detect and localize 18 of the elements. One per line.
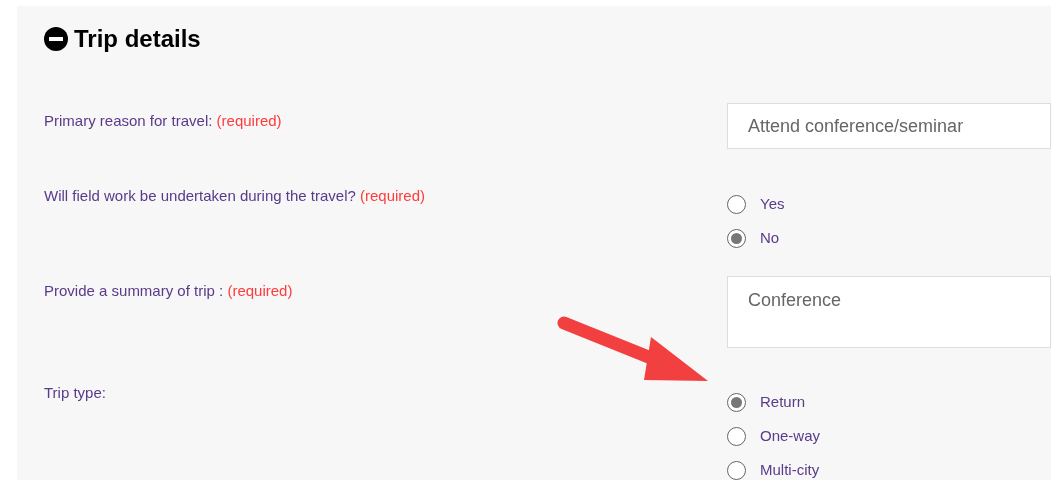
radio-option[interactable]: Yes <box>727 187 1051 221</box>
radio-button[interactable] <box>727 194 746 214</box>
section-title: Trip details <box>74 24 201 54</box>
summary-textarea[interactable]: Conference <box>727 276 1051 348</box>
collapse-icon[interactable] <box>44 27 68 51</box>
radio-button[interactable] <box>727 460 746 480</box>
field-label: Primary reason for travel: (required) <box>44 112 282 129</box>
radio-button[interactable] <box>727 392 746 412</box>
radio-option[interactable]: Return <box>727 385 1051 419</box>
field-label: Provide a summary of trip : (required) <box>44 282 293 299</box>
field-label: Will field work be undertaken during the travel? (required) <box>44 187 426 204</box>
radio-button[interactable] <box>727 426 746 446</box>
radio-option[interactable]: One-way <box>727 419 1051 453</box>
radio-button[interactable] <box>727 228 746 248</box>
radio-option[interactable]: Multi-city <box>727 453 1051 480</box>
reason-select[interactable]: Attend conference/seminar <box>727 103 1051 149</box>
field-label: Trip type: <box>44 384 106 401</box>
radio-option[interactable]: No <box>727 221 1051 255</box>
